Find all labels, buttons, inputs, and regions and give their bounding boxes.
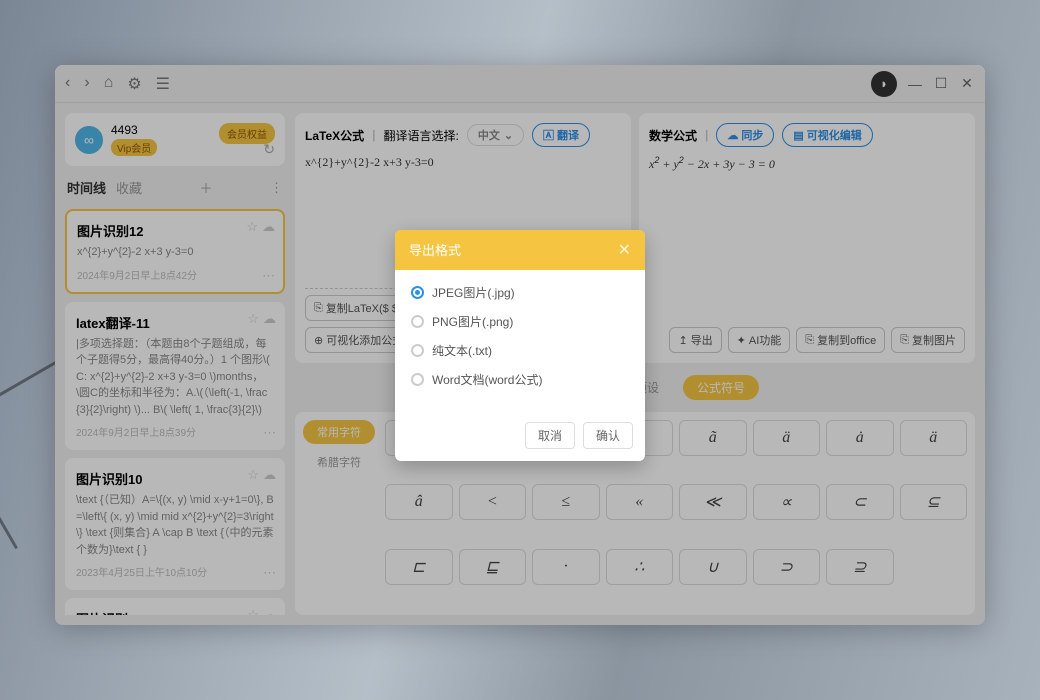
- radio-icon[interactable]: [411, 315, 424, 328]
- export-option[interactable]: JPEG图片(.jpg): [411, 284, 629, 301]
- export-option-label: Word文档(word公式): [432, 371, 542, 388]
- export-option[interactable]: PNG图片(.png): [411, 313, 629, 330]
- radio-icon[interactable]: [411, 373, 424, 386]
- app-window: ‹ › ⌂ ⚙ ☰ ◗ — ☐ ✕ ∞ 4493 Vip会员 会员权益 ↻: [55, 65, 985, 625]
- confirm-button[interactable]: 确认: [583, 422, 633, 449]
- cancel-button[interactable]: 取消: [525, 422, 575, 449]
- export-modal: 导出格式 ✕ JPEG图片(.jpg) PNG图片(.png) 纯文本(.txt) W…: [395, 230, 645, 461]
- close-icon[interactable]: ✕: [618, 240, 631, 260]
- export-option-label: JPEG图片(.jpg): [432, 284, 515, 301]
- modal-title: 导出格式: [409, 240, 461, 259]
- radio-icon[interactable]: [411, 344, 424, 357]
- export-option[interactable]: Word文档(word公式): [411, 371, 629, 388]
- export-option-label: PNG图片(.png): [432, 313, 513, 330]
- export-option-label: 纯文本(.txt): [432, 342, 492, 359]
- modal-overlay[interactable]: 导出格式 ✕ JPEG图片(.jpg) PNG图片(.png) 纯文本(.txt) W…: [55, 65, 985, 625]
- export-option[interactable]: 纯文本(.txt): [411, 342, 629, 359]
- radio-icon[interactable]: [411, 286, 424, 299]
